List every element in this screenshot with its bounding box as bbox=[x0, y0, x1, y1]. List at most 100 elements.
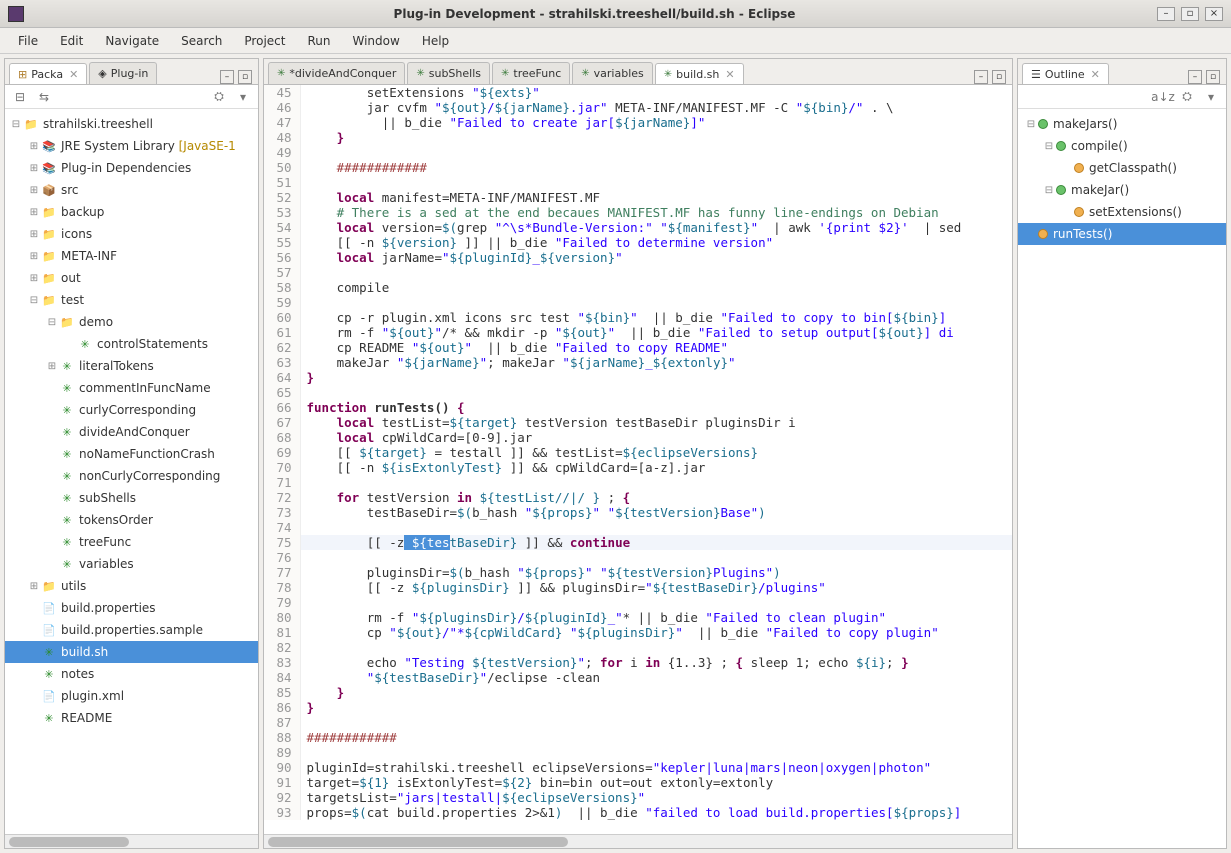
code-line[interactable] bbox=[300, 175, 1012, 190]
code-line[interactable]: [[ -z ${pluginsDir} ]] && pluginsDir="${… bbox=[300, 580, 1012, 595]
maximize-view-icon[interactable]: ▫ bbox=[1206, 70, 1220, 84]
code-line[interactable]: local version=$(grep "^\s*Bundle-Version… bbox=[300, 220, 1012, 235]
outline-item-compile-[interactable]: ⊟compile() bbox=[1018, 135, 1226, 157]
close-icon[interactable]: ✕ bbox=[725, 68, 734, 81]
code-line[interactable]: rm -f "${out}"/* && mkdir -p "${out}" ||… bbox=[300, 325, 1012, 340]
tree-item-build-properties-sample[interactable]: 📄build.properties.sample bbox=[5, 619, 258, 641]
maximize-view-icon[interactable]: ▫ bbox=[992, 70, 1006, 84]
code-line[interactable]: jar cvfm "${out}/${jarName}.jar" META-IN… bbox=[300, 100, 1012, 115]
editor-horiz-scrollbar[interactable] bbox=[264, 834, 1012, 848]
tab-plugin[interactable]: ◈ Plug-in bbox=[89, 62, 157, 84]
code-line[interactable] bbox=[300, 265, 1012, 280]
menu-window[interactable]: Window bbox=[342, 30, 409, 52]
code-line[interactable]: targetsList="jars|testall|${eclipseVersi… bbox=[300, 790, 1012, 805]
code-line[interactable]: [[ -z ${testBaseDir} ]] && continue bbox=[300, 535, 1012, 550]
tree-toggle-icon[interactable]: ⊞ bbox=[27, 163, 41, 174]
code-line[interactable]: function runTests() { bbox=[300, 400, 1012, 415]
code-editor[interactable]: 45 setExtensions "${exts}"46 jar cvfm "$… bbox=[264, 85, 1012, 834]
tree-toggle-icon[interactable]: ⊞ bbox=[27, 185, 41, 196]
tree-item-readme[interactable]: ✳README bbox=[5, 707, 258, 729]
tree-item-controlstatements[interactable]: ✳controlStatements bbox=[5, 333, 258, 355]
code-line[interactable]: for testVersion in ${testList//|/ } ; { bbox=[300, 490, 1012, 505]
tab-package-explorer[interactable]: ⊞ Packa ✕ bbox=[9, 63, 87, 85]
tree-item-curlycorresponding[interactable]: ✳curlyCorresponding bbox=[5, 399, 258, 421]
tree-toggle-icon[interactable]: ⊞ bbox=[27, 251, 41, 262]
tree-item-divideandconquer[interactable]: ✳divideAndConquer bbox=[5, 421, 258, 443]
close-button[interactable]: × bbox=[1205, 7, 1223, 21]
tree-item-tokensorder[interactable]: ✳tokensOrder bbox=[5, 509, 258, 531]
menu-edit[interactable]: Edit bbox=[50, 30, 93, 52]
code-line[interactable]: } bbox=[300, 130, 1012, 145]
tree-toggle-icon[interactable]: ⊞ bbox=[27, 141, 41, 152]
outline-toggle-icon[interactable]: ⊟ bbox=[1024, 119, 1038, 130]
code-line[interactable]: props=$(cat build.properties 2>&1) || b_… bbox=[300, 805, 1012, 820]
tree-toggle-icon[interactable]: ⊞ bbox=[27, 207, 41, 218]
code-line[interactable]: ############ bbox=[300, 160, 1012, 175]
code-line[interactable] bbox=[300, 595, 1012, 610]
minimize-button[interactable]: – bbox=[1157, 7, 1175, 21]
code-line[interactable]: pluginId=strahilski.treeshell eclipseVer… bbox=[300, 760, 1012, 775]
code-line[interactable]: [[ -n ${version} ]] || b_die "Failed to … bbox=[300, 235, 1012, 250]
code-line[interactable]: target=${1} isExtonlyTest=${2} bin=bin o… bbox=[300, 775, 1012, 790]
tree-item-plug-in-dependencies[interactable]: ⊞📚Plug-in Dependencies bbox=[5, 157, 258, 179]
tree-item-build-properties[interactable]: 📄build.properties bbox=[5, 597, 258, 619]
tree-item-test[interactable]: ⊟📁test bbox=[5, 289, 258, 311]
maximize-button[interactable]: ▫ bbox=[1181, 7, 1199, 21]
code-line[interactable]: local cpWildCard=[0-9].jar bbox=[300, 430, 1012, 445]
tree-item-commentinfuncname[interactable]: ✳commentInFuncName bbox=[5, 377, 258, 399]
menu-project[interactable]: Project bbox=[234, 30, 295, 52]
code-line[interactable]: } bbox=[300, 685, 1012, 700]
tree-toggle-icon[interactable]: ⊞ bbox=[45, 361, 59, 372]
tab-outline[interactable]: ☰ Outline ✕ bbox=[1022, 63, 1109, 85]
link-editor-icon[interactable]: ⇆ bbox=[35, 88, 53, 106]
tree-item-noncurlycorresponding[interactable]: ✳nonCurlyCorresponding bbox=[5, 465, 258, 487]
code-line[interactable]: cp -r plugin.xml icons src test "${bin}"… bbox=[300, 310, 1012, 325]
code-line[interactable]: pluginsDir=$(b_hash "${props}" "${testVe… bbox=[300, 565, 1012, 580]
tree-item-build-sh[interactable]: ✳build.sh bbox=[5, 641, 258, 663]
outline-toggle-icon[interactable]: ⊟ bbox=[1042, 141, 1056, 152]
code-line[interactable]: # There is a sed at the end becaues MANI… bbox=[300, 205, 1012, 220]
editor-tab-subshells[interactable]: ✳subShells bbox=[407, 62, 490, 84]
tree-item-out[interactable]: ⊞📁out bbox=[5, 267, 258, 289]
code-line[interactable]: [[ ${target} = testall ]] && testList=${… bbox=[300, 445, 1012, 460]
editor-tab-build-sh[interactable]: ✳build.sh✕ bbox=[655, 63, 744, 85]
menu-navigate[interactable]: Navigate bbox=[95, 30, 169, 52]
tree-item-strahilski-treeshell[interactable]: ⊟📁strahilski.treeshell bbox=[5, 113, 258, 135]
tree-toggle-icon[interactable]: ⊟ bbox=[9, 119, 23, 130]
menu-run[interactable]: Run bbox=[297, 30, 340, 52]
code-line[interactable]: cp README "${out}" || b_die "Failed to c… bbox=[300, 340, 1012, 355]
code-line[interactable]: "${testBaseDir}"/eclipse -clean bbox=[300, 670, 1012, 685]
editor-tab-variables[interactable]: ✳variables bbox=[572, 62, 653, 84]
tree-item-src[interactable]: ⊞📦src bbox=[5, 179, 258, 201]
code-line[interactable] bbox=[300, 385, 1012, 400]
code-line[interactable]: echo "Testing ${testVersion}"; for i in … bbox=[300, 655, 1012, 670]
editor-tab--divideandconquer[interactable]: ✳*divideAndConquer bbox=[268, 62, 405, 84]
tree-item-icons[interactable]: ⊞📁icons bbox=[5, 223, 258, 245]
outline-toggle-icon[interactable]: ⊟ bbox=[1042, 185, 1056, 196]
code-line[interactable] bbox=[300, 550, 1012, 565]
tree-item-backup[interactable]: ⊞📁backup bbox=[5, 201, 258, 223]
code-line[interactable]: testBaseDir=$(b_hash "${props}" "${testV… bbox=[300, 505, 1012, 520]
tree-item-notes[interactable]: ✳notes bbox=[5, 663, 258, 685]
close-icon[interactable]: ✕ bbox=[1091, 68, 1100, 81]
code-line[interactable]: compile bbox=[300, 280, 1012, 295]
code-line[interactable]: makeJar "${jarName}"; makeJar "${jarName… bbox=[300, 355, 1012, 370]
tree-item-variables[interactable]: ✳variables bbox=[5, 553, 258, 575]
code-line[interactable]: } bbox=[300, 370, 1012, 385]
tree-toggle-icon[interactable]: ⊟ bbox=[45, 317, 59, 328]
minimize-view-icon[interactable]: – bbox=[974, 70, 988, 84]
code-line[interactable] bbox=[300, 640, 1012, 655]
editor-tab-treefunc[interactable]: ✳treeFunc bbox=[492, 62, 570, 84]
code-line[interactable] bbox=[300, 520, 1012, 535]
code-line[interactable] bbox=[300, 475, 1012, 490]
code-line[interactable]: local testList=${target} testVersion tes… bbox=[300, 415, 1012, 430]
code-line[interactable]: [[ -n ${isExtonlyTest} ]] && cpWildCard=… bbox=[300, 460, 1012, 475]
tree-item-subshells[interactable]: ✳subShells bbox=[5, 487, 258, 509]
outline-item-runtests-[interactable]: runTests() bbox=[1018, 223, 1226, 245]
horiz-scrollbar[interactable] bbox=[5, 834, 258, 848]
filter-icon[interactable]: ⛭ bbox=[1178, 88, 1196, 106]
tree-item-demo[interactable]: ⊟📁demo bbox=[5, 311, 258, 333]
code-line[interactable] bbox=[300, 145, 1012, 160]
minimize-view-icon[interactable]: – bbox=[1188, 70, 1202, 84]
tree-toggle-icon[interactable]: ⊞ bbox=[27, 229, 41, 240]
